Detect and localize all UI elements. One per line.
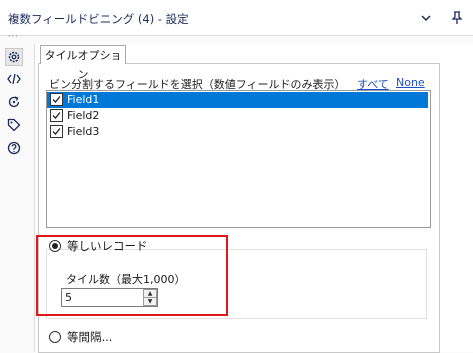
title-bar: 複数フィールドビニング (4) - 設定 [0,0,473,36]
drag-handle-icon[interactable]: ··· [8,32,19,41]
window-title: 複数フィールドビニング (4) - 設定 [8,12,189,26]
field-name: Field1 [67,93,100,106]
field-name: Field3 [67,125,100,138]
code-icon[interactable] [5,70,23,88]
gear-icon[interactable] [5,48,23,66]
tag-icon[interactable] [5,116,23,134]
list-item[interactable]: Field2 [47,108,428,124]
checkbox[interactable] [50,93,63,106]
field-list[interactable]: Field1 Field2 Field3 [46,90,431,228]
refresh-icon[interactable] [5,93,23,111]
highlight-box [36,235,228,316]
list-item[interactable]: Field3 [47,124,428,140]
equal-interval-label: 等間隔... [67,330,113,344]
tab-tile-options[interactable]: タイルオプション [40,45,126,81]
chevron-down-icon[interactable] [417,9,435,27]
checkbox[interactable] [50,109,63,122]
select-none-link[interactable]: None [396,76,425,89]
field-name: Field2 [67,109,100,122]
list-item[interactable]: Field1 [47,92,428,108]
equal-interval-radio[interactable] [49,331,61,343]
pin-icon[interactable] [448,9,466,27]
checkbox[interactable] [50,125,63,138]
help-icon[interactable] [5,139,23,157]
